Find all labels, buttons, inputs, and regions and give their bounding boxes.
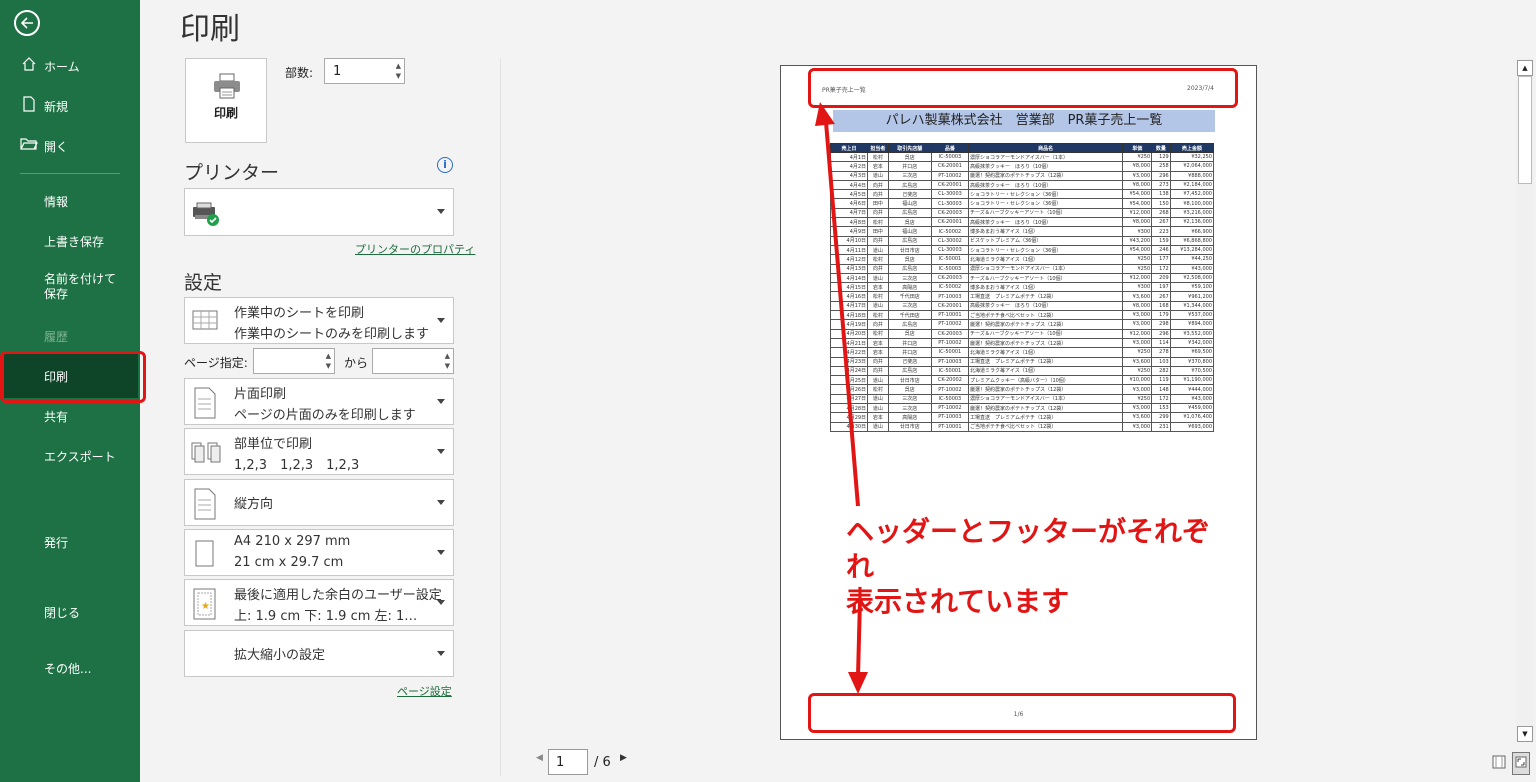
page-number-value: 1 bbox=[556, 755, 565, 770]
next-page-icon[interactable]: ▶ bbox=[620, 753, 627, 763]
zoom-to-page-icon[interactable] bbox=[1512, 752, 1530, 775]
annotation-line-1: ヘッダーとフッターがそれぞれ bbox=[846, 515, 1211, 583]
annotation-arrows bbox=[815, 102, 868, 694]
scrollbar-thumb[interactable] bbox=[1518, 76, 1532, 184]
scroll-down-icon[interactable]: ▼ bbox=[1517, 726, 1533, 742]
previous-page-icon[interactable]: ◀ bbox=[536, 753, 543, 763]
annotation-line-2: 表示されています bbox=[846, 585, 1070, 618]
preview-scrollbar[interactable]: ▲ ▼ bbox=[1516, 58, 1534, 742]
annotation-text: ヘッダーとフッターがそれぞれ 表示されています bbox=[846, 514, 1226, 619]
show-margins-icon[interactable] bbox=[1492, 754, 1506, 773]
page-total: / 6 bbox=[594, 755, 611, 770]
scroll-up-icon[interactable]: ▲ bbox=[1517, 60, 1533, 76]
page-number-input[interactable]: 1 bbox=[548, 749, 588, 775]
